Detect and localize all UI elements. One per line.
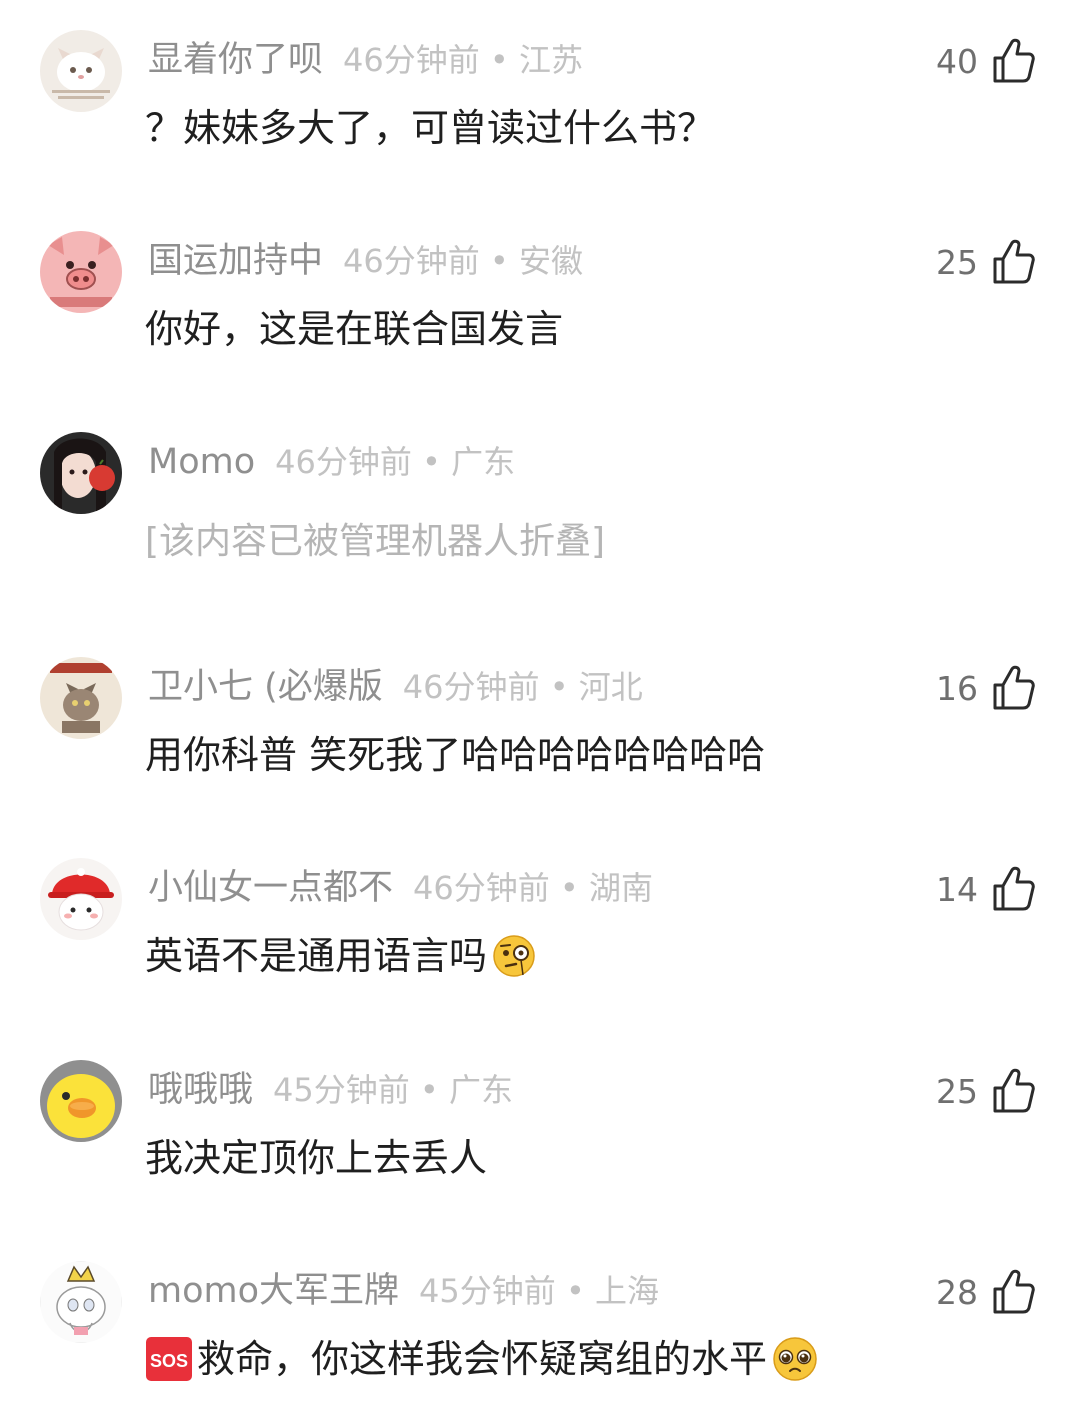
comment-time: 46分钟前 [275, 443, 412, 481]
comment-body[interactable]: 英语不是通用语言吗 [145, 930, 537, 982]
separator-dot: • [422, 443, 441, 481]
comment-info: 45分钟前 • 上海 [419, 1272, 659, 1310]
pig-avatar-icon[interactable] [40, 231, 122, 313]
like-button[interactable]: 16 [936, 661, 1036, 715]
comment-text[interactable]: 你好，这是在联合国发言 [145, 303, 563, 355]
comment-time: 46分钟前 [343, 242, 480, 280]
comment-info: 46分钟前 • 广东 [275, 443, 515, 481]
comment-info: 46分钟前 • 河北 [403, 668, 643, 706]
comment-text: 救命，你这样我会怀疑窝组的水平 [197, 1337, 768, 1381]
comment-time: 46分钟前 [402, 668, 540, 706]
username[interactable]: 显着你了呗 [148, 40, 323, 80]
comment-location: 上海 [594, 1272, 659, 1310]
comment-time: 46分钟前 [343, 41, 480, 79]
comment-meta: 国运加持中 46分钟前 • 安徽 [148, 239, 583, 283]
like-button[interactable]: 28 [936, 1265, 1036, 1319]
username[interactable]: momo大军王牌 [148, 1271, 399, 1311]
comment-location: 广东 [448, 1071, 513, 1109]
cat-book-avatar-icon[interactable] [40, 657, 122, 739]
like-button[interactable]: 25 [936, 1064, 1036, 1118]
comment-location: 广东 [451, 443, 516, 481]
comment-meta: momo大军王牌 45分钟前 • 上海 [148, 1269, 659, 1313]
comment-body[interactable]: SOS 救命，你这样我会怀疑窝组的水平 [145, 1333, 819, 1385]
comment-text[interactable]: ？妹妹多大了，可曾读过什么书？ [145, 102, 715, 154]
separator-dot: • [419, 1071, 439, 1109]
crown-avatar-icon[interactable] [40, 1261, 122, 1343]
separator-dot: • [489, 41, 509, 79]
comment-meta: 小仙女一点都不 46分钟前 • 湖南 [148, 866, 653, 910]
username[interactable]: 卫小七 (必爆版 [148, 667, 383, 707]
girl-avatar-icon[interactable] [40, 432, 122, 514]
like-count: 28 [936, 1272, 978, 1312]
comment-text[interactable]: 用你科普 笑死我了哈哈哈哈哈哈哈哈 [145, 729, 765, 781]
like-count: 25 [936, 1071, 978, 1111]
separator-dot: • [549, 668, 569, 706]
comment-time: 46分钟前 [413, 869, 550, 907]
comment-meta: 卫小七 (必爆版 46分钟前 • 河北 [148, 665, 643, 709]
like-count: 40 [936, 41, 978, 81]
thumbs-up-icon [993, 665, 1035, 710]
comment-time: 45分钟前 [273, 1071, 410, 1109]
comment-text: 英语不是通用语言吗 [145, 934, 488, 978]
comment-meta: Momo 46分钟前 • 广东 [148, 440, 515, 484]
comment-location: 河北 [578, 668, 643, 706]
username[interactable]: 国运加持中 [148, 241, 323, 281]
pleading-face-emoji [773, 1337, 817, 1381]
comment-info: 46分钟前 • 湖南 [413, 869, 653, 907]
red-hat-bear-avatar-icon[interactable] [40, 858, 122, 940]
thumbs-up-icon [993, 38, 1035, 83]
comment-meta: 显着你了呗 46分钟前 • 江苏 [148, 38, 583, 82]
comment-time: 45分钟前 [419, 1272, 556, 1310]
thumbs-up-icon [993, 1068, 1035, 1113]
like-button[interactable]: 25 [936, 235, 1036, 289]
like-button[interactable]: 14 [936, 862, 1036, 916]
username[interactable]: Momo [148, 442, 255, 482]
like-count: 14 [936, 869, 978, 909]
comment-info: 46分钟前 • 安徽 [343, 242, 583, 280]
comment-meta: 哦哦哦 45分钟前 • 广东 [148, 1068, 513, 1112]
separator-dot: • [565, 1272, 585, 1310]
like-button[interactable]: 40 [936, 34, 1036, 88]
username[interactable]: 哦哦哦 [148, 1070, 253, 1110]
username[interactable]: 小仙女一点都不 [148, 868, 393, 908]
comment-text[interactable]: 我决定顶你上去丢人 [145, 1132, 487, 1184]
yellow-duck-avatar-icon[interactable] [40, 1060, 122, 1142]
thumbs-up-icon [993, 866, 1035, 911]
thumbs-up-icon [993, 239, 1035, 284]
folded-comment-notice: [该内容已被管理机器人折叠] [145, 521, 606, 562]
thumbs-up-icon [993, 1269, 1035, 1314]
comment-info: 46分钟前 • 江苏 [343, 41, 583, 79]
like-count: 25 [936, 242, 978, 282]
like-count: 16 [936, 668, 978, 708]
separator-dot: • [489, 242, 509, 280]
separator-dot: • [559, 869, 579, 907]
comment-location: 江苏 [518, 41, 583, 79]
monocle-face-emoji [493, 935, 535, 977]
comment-location: 湖南 [588, 869, 653, 907]
sos-emoji: SOS [146, 1337, 192, 1381]
cat-avatar-icon[interactable] [40, 30, 122, 112]
sos-label: SOS [150, 1351, 188, 1371]
comment-location: 安徽 [518, 242, 583, 280]
comment-info: 45分钟前 • 广东 [273, 1071, 513, 1109]
